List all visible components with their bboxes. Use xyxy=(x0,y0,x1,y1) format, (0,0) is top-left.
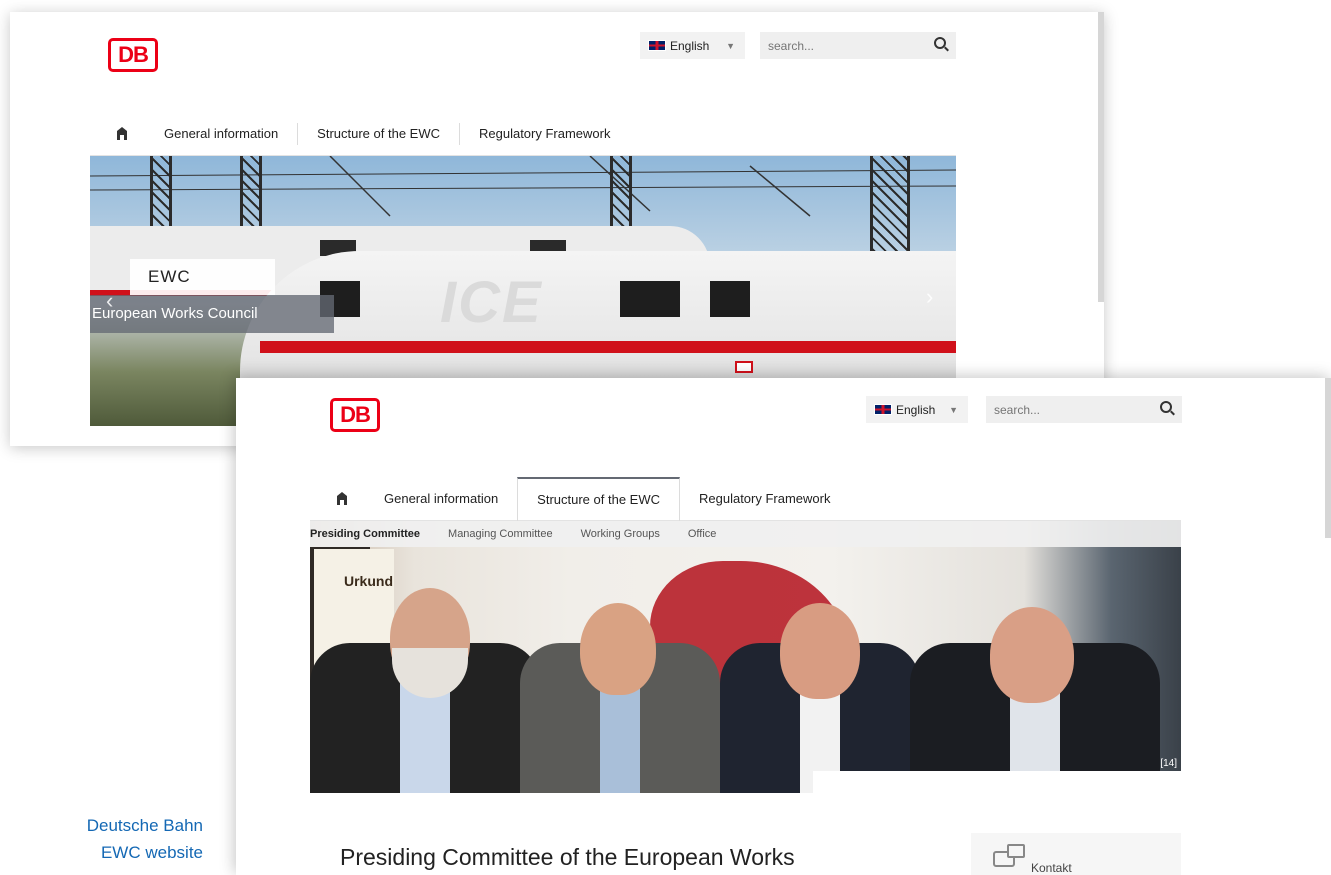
contact-box[interactable]: Kontakt xyxy=(971,833,1181,875)
subnav-presiding-committee[interactable]: Presiding Committee xyxy=(310,528,434,540)
nav-general-information[interactable]: General information xyxy=(362,488,517,510)
head xyxy=(990,607,1074,703)
home-icon[interactable] xyxy=(322,477,362,521)
search-box xyxy=(986,396,1182,423)
hero-image-committee: Urkund [14] xyxy=(310,521,1181,793)
slide-subtitle: European Works Council xyxy=(90,295,334,333)
chat-icon xyxy=(993,844,1025,867)
caption-line-1: Deutsche Bahn xyxy=(86,816,203,835)
language-selector[interactable]: English ▼ xyxy=(866,396,968,423)
figure-caption: Deutsche Bahn EWC website xyxy=(87,812,203,866)
image-index: [14] xyxy=(1160,758,1177,769)
search-input[interactable] xyxy=(986,402,1136,417)
subnav-working-groups[interactable]: Working Groups xyxy=(567,528,674,540)
language-label: English xyxy=(670,38,710,53)
ice-mark: ICE xyxy=(440,270,543,335)
person-1 xyxy=(310,548,540,793)
nav-regulatory-framework[interactable]: Regulatory Framework xyxy=(459,122,630,145)
slide-title: EWC xyxy=(130,259,275,295)
scrollbar[interactable] xyxy=(1098,12,1104,302)
next-arrow-icon[interactable]: › xyxy=(926,284,933,310)
uk-flag-icon xyxy=(648,40,666,51)
language-label: English xyxy=(896,402,936,417)
search-box xyxy=(760,32,956,59)
main-nav: General information Structure of the EWC… xyxy=(310,476,1181,521)
db-mark xyxy=(735,361,753,373)
red-stripe xyxy=(260,341,956,353)
train-window xyxy=(620,281,680,317)
uk-flag-icon xyxy=(874,404,892,415)
home-icon[interactable] xyxy=(102,112,142,156)
scrollbar[interactable] xyxy=(1325,378,1331,538)
nav-structure-ewc[interactable]: Structure of the EWC xyxy=(517,476,680,521)
head xyxy=(780,603,860,699)
screenshot-front: DB English ▼ General information Structu… xyxy=(236,378,1331,875)
person-4 xyxy=(910,563,1160,793)
db-logo[interactable]: DB xyxy=(330,398,380,432)
main-nav: General information Structure of the EWC… xyxy=(90,112,956,156)
db-logo[interactable]: DB xyxy=(108,38,158,72)
search-input[interactable] xyxy=(760,38,910,53)
sub-nav: Presiding Committee Managing Committee W… xyxy=(310,521,1181,547)
nav-regulatory-framework[interactable]: Regulatory Framework xyxy=(680,488,850,510)
person-3 xyxy=(720,563,920,793)
nav-structure-ewc[interactable]: Structure of the EWC xyxy=(297,122,459,145)
search-icon[interactable] xyxy=(1160,401,1172,413)
head xyxy=(580,603,656,695)
page-title: Presiding Committee of the European Work… xyxy=(340,844,795,870)
chevron-down-icon: ▼ xyxy=(949,405,958,415)
person-2 xyxy=(520,563,720,793)
page: DB English ▼ General information Structu… xyxy=(0,0,1331,875)
search-icon[interactable] xyxy=(934,37,946,49)
image-edge xyxy=(813,771,1181,793)
language-selector[interactable]: English ▼ xyxy=(640,32,745,59)
subnav-managing-committee[interactable]: Managing Committee xyxy=(434,528,567,540)
train-window xyxy=(710,281,750,317)
nav-general-information[interactable]: General information xyxy=(142,123,297,145)
caption-line-2: EWC website xyxy=(100,843,203,862)
chevron-down-icon: ▼ xyxy=(726,41,735,51)
subnav-office[interactable]: Office xyxy=(674,528,731,540)
prev-arrow-icon[interactable]: ‹ xyxy=(106,288,113,314)
contact-label: Kontakt xyxy=(1031,861,1072,875)
